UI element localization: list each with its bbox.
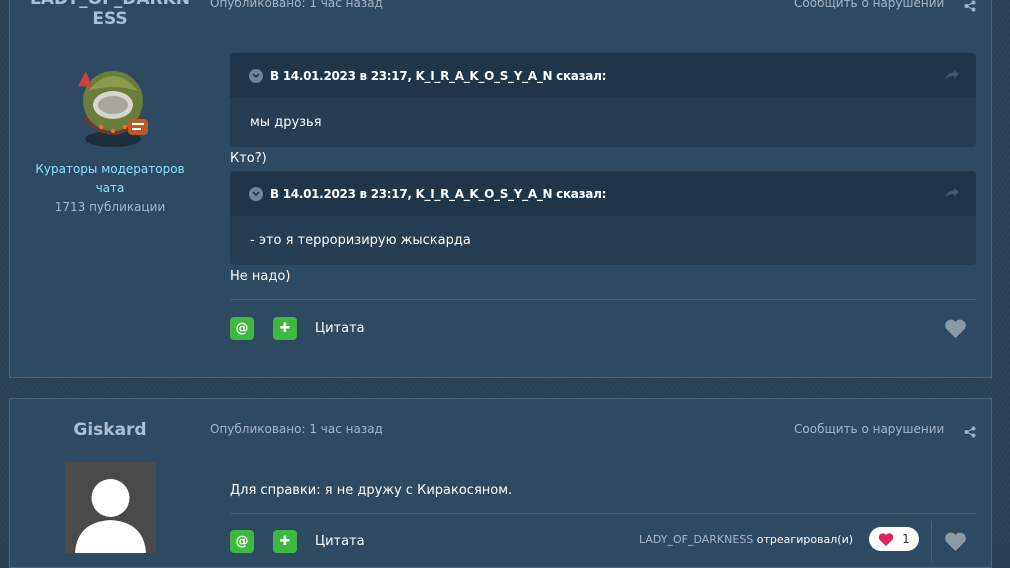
quote-header: В 14.01.2023 в 23:17, K_I_R_A_K_O_S_Y_A_… xyxy=(230,53,976,98)
post-date[interactable]: Опубликовано: 1 час назад xyxy=(210,0,383,10)
post-author-panel: LADY_OF_DARKN ESS xyxy=(10,0,210,29)
author-role-line: чата xyxy=(95,181,125,195)
quote-text: мы друзья xyxy=(250,115,322,130)
reaction-text: отреагировал(и) xyxy=(756,533,854,546)
post-author-panel: Giskard xyxy=(10,420,210,440)
quote-block: В 14.01.2023 в 23:17, K_I_R_A_K_O_S_Y_A_… xyxy=(230,53,976,147)
mention-button[interactable]: @ xyxy=(230,530,254,553)
heart-icon xyxy=(878,532,894,546)
forum-post: LADY_OF_DARKN ESS Кураторы модераторов ч… xyxy=(9,0,992,378)
quote-link-icon[interactable] xyxy=(944,186,960,205)
author-name-line[interactable]: LADY_OF_DARKN xyxy=(10,0,210,9)
mention-button[interactable]: @ xyxy=(230,317,254,340)
multiquote-button[interactable]: ✚ xyxy=(273,530,297,553)
post-text: Для справки: я не дружу с Киракосяном. xyxy=(230,483,513,498)
multiquote-button[interactable]: ✚ xyxy=(273,317,297,340)
share-icon[interactable] xyxy=(964,0,976,12)
reaction-badge[interactable]: 1 xyxy=(869,527,919,551)
quote-text: - это я терроризирую жыскарда xyxy=(250,233,471,248)
report-link[interactable]: Сообщить о нарушении xyxy=(794,422,944,436)
quote-header: В 14.01.2023 в 23:17, K_I_R_A_K_O_S_Y_A_… xyxy=(230,171,976,216)
quote-button[interactable]: Цитата xyxy=(315,534,365,549)
quote-button[interactable]: Цитата xyxy=(315,321,365,336)
author-name[interactable]: Giskard xyxy=(10,420,210,440)
author-name[interactable]: LADY_OF_DARKN ESS xyxy=(10,0,210,29)
divider xyxy=(931,521,932,561)
post-text: Не надо) xyxy=(230,269,291,284)
chevron-down-icon[interactable] xyxy=(249,186,263,201)
post-date[interactable]: Опубликовано: 1 час назад xyxy=(210,422,383,436)
author-avatar[interactable] xyxy=(68,61,158,151)
quote-block: В 14.01.2023 в 23:17, K_I_R_A_K_O_S_Y_A_… xyxy=(230,171,976,265)
author-post-count: 1713 публикации xyxy=(54,200,166,214)
heart-icon[interactable] xyxy=(944,318,967,343)
author-role-line: Кураторы модераторов xyxy=(35,162,185,176)
forum-post: Giskard Опубликовано: 1 час назад Сообщи… xyxy=(9,398,992,568)
report-link[interactable]: Сообщить о нарушении xyxy=(794,0,944,10)
quote-citation[interactable]: В 14.01.2023 в 23:17, K_I_R_A_K_O_S_Y_A_… xyxy=(270,69,606,83)
chevron-down-icon[interactable] xyxy=(249,68,263,83)
post-text: Кто?) xyxy=(230,151,267,166)
divider xyxy=(230,513,976,514)
divider xyxy=(230,299,976,300)
quote-citation[interactable]: В 14.01.2023 в 23:17, K_I_R_A_K_O_S_Y_A_… xyxy=(270,187,606,201)
author-info: Кураторы модераторов чата 1713 публикаци… xyxy=(10,160,210,217)
author-avatar[interactable] xyxy=(65,462,156,553)
reaction-summary: LADY_OF_DARKNESS отреагировал(и) xyxy=(639,533,853,546)
author-name-line[interactable]: ESS xyxy=(10,9,210,29)
quote-link-icon[interactable] xyxy=(944,68,960,87)
reaction-user-link[interactable]: LADY_OF_DARKNESS xyxy=(639,533,753,546)
author-role: Кураторы модераторов чата xyxy=(10,160,210,198)
share-icon[interactable] xyxy=(964,423,976,438)
